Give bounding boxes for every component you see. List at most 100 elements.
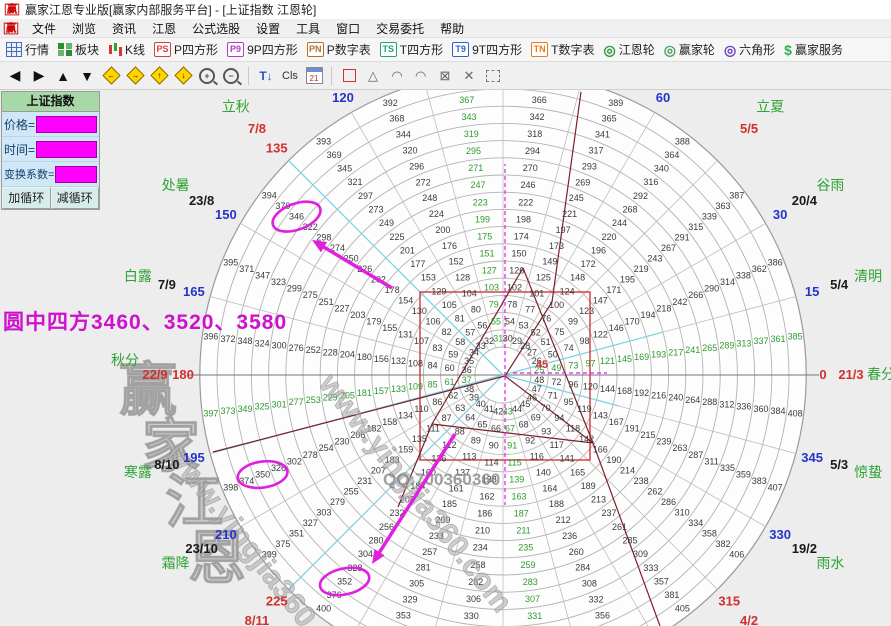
svg-text:375: 375 (275, 539, 290, 549)
gann-wheel-chart-area[interactable]: 2526272829303132333435363738394041424344… (0, 90, 891, 626)
svg-text:196: 196 (591, 245, 606, 255)
toolbar-button-t-table[interactable]: TNT数字表 (531, 41, 594, 58)
tool-cls-button[interactable]: Cls (281, 67, 299, 85)
toolbar-button-9t-square[interactable]: T99T四方形 (452, 41, 522, 58)
svg-text:108: 108 (408, 358, 423, 368)
svg-text:358: 358 (702, 528, 717, 538)
svg-text:193: 193 (651, 350, 666, 360)
tool-draw-box-x[interactable]: ⊠ (436, 67, 454, 85)
toolbar-button-quotes[interactable]: 行情 (6, 41, 49, 58)
svg-text:218: 218 (656, 303, 671, 313)
svg-text:143: 143 (593, 410, 608, 420)
factor-row: 变换系数= (2, 162, 99, 187)
svg-text:288: 288 (702, 397, 717, 407)
menu-item-2[interactable]: 资讯 (104, 22, 144, 36)
toolbar-button-sectors[interactable]: 板块 (58, 41, 99, 58)
svg-text:49: 49 (551, 363, 561, 373)
svg-text:105: 105 (442, 300, 457, 310)
svg-text:365: 365 (602, 114, 617, 124)
svg-text:189: 189 (581, 481, 596, 491)
angle-label-315: 315 (718, 593, 740, 608)
svg-text:67: 67 (505, 423, 515, 433)
svg-text:253: 253 (306, 395, 321, 405)
toolbar-button-p-table[interactable]: PNP数字表 (307, 41, 371, 58)
tool-pointer-up[interactable]: ▲ (54, 67, 72, 85)
price-label: 价格= (4, 116, 35, 133)
svg-text:163: 163 (511, 492, 526, 502)
tool-scroll-left[interactable]: ◀ (6, 67, 24, 85)
menu-item-7[interactable]: 窗口 (328, 22, 368, 36)
svg-text:269: 269 (575, 177, 590, 187)
tool-draw-cross[interactable]: ✕ (460, 67, 478, 85)
tool-move-right-diamond[interactable]: → (126, 67, 144, 85)
toolbar-button-9p-square[interactable]: P99P四方形 (227, 41, 298, 58)
svg-text:302: 302 (287, 456, 302, 466)
svg-text:316: 316 (643, 177, 658, 187)
svg-text:299: 299 (287, 284, 302, 294)
tool-time-axis[interactable]: T↓ (257, 67, 275, 85)
tool-zoom-in[interactable]: + (198, 67, 216, 85)
svg-text:387: 387 (729, 191, 744, 201)
toolbar-button-t-square[interactable]: TST四方形 (380, 41, 443, 58)
svg-text:82: 82 (442, 327, 452, 337)
svg-text:295: 295 (466, 146, 481, 156)
menu-item-4[interactable]: 公式选股 (184, 22, 248, 36)
svg-text:150: 150 (511, 248, 526, 258)
add-cycle-button[interactable]: 加循环 (2, 187, 51, 209)
time-input[interactable] (36, 141, 97, 158)
toolbar-button-hexagon[interactable]: ◎六角形 (724, 41, 775, 58)
menu-item-5[interactable]: 设置 (248, 22, 288, 36)
menu-item-1[interactable]: 浏览 (64, 22, 104, 36)
svg-text:116: 116 (530, 451, 544, 461)
menu-item-9[interactable]: 帮助 (432, 22, 472, 36)
menu-item-3[interactable]: 江恩 (144, 22, 184, 36)
tool-draw-dashed-box[interactable] (484, 67, 502, 85)
svg-text:149: 149 (542, 257, 557, 267)
angle-label-120: 120 (332, 90, 354, 105)
toolbar-button-p-square[interactable]: PSP四方形 (154, 41, 218, 58)
tool-move-up-diamond[interactable]: ↑ (150, 67, 168, 85)
sub-cycle-button[interactable]: 减循环 (51, 187, 100, 209)
tool-zoom-out[interactable]: − (222, 67, 240, 85)
svg-text:408: 408 (788, 408, 803, 418)
date-label-225: 8/11 (245, 613, 270, 626)
svg-text:235: 235 (518, 543, 533, 553)
svg-text:68: 68 (519, 420, 529, 430)
svg-text:111: 111 (426, 424, 440, 434)
menu-item-8[interactable]: 交易委托 (368, 22, 432, 36)
svg-text:153: 153 (421, 273, 436, 283)
price-input[interactable] (36, 116, 97, 133)
app-logo-icon: 赢 (5, 4, 19, 16)
tool-move-left-diamond[interactable]: ← (102, 67, 120, 85)
tool-draw-arc-right[interactable]: ◠ (412, 67, 430, 85)
tool-move-down-diamond[interactable]: ↓ (174, 67, 192, 85)
menu-item-6[interactable]: 工具 (288, 22, 328, 36)
svg-text:362: 362 (752, 264, 767, 274)
svg-text:392: 392 (383, 98, 398, 108)
tool-calendar-21[interactable]: 21 (305, 67, 323, 85)
svg-text:276: 276 (289, 343, 304, 353)
9t-square-label: 9T四方形 (472, 41, 522, 58)
toolbar-button-winner-wheel[interactable]: ◎赢家轮 (664, 41, 715, 58)
svg-text:357: 357 (654, 576, 669, 586)
svg-text:367: 367 (459, 95, 474, 105)
tool-pointer-down[interactable]: ▼ (78, 67, 96, 85)
tool-draw-arc-left[interactable]: ◠ (388, 67, 406, 85)
factor-label: 变换系数= (4, 166, 54, 182)
tool-draw-triangle[interactable]: △ (364, 67, 382, 85)
svg-text:314: 314 (720, 277, 735, 287)
toolbar-button-winner-service[interactable]: $赢家服务 (784, 41, 843, 58)
svg-text:284: 284 (575, 563, 590, 573)
toolbar-button-kline[interactable]: K线 (108, 41, 145, 58)
svg-text:383: 383 (752, 476, 767, 486)
svg-text:310: 310 (675, 507, 690, 517)
gann-wheel-canvas[interactable]: 2526272829303132333435363738394041424344… (0, 90, 891, 626)
svg-text:351: 351 (289, 528, 304, 538)
factor-input[interactable] (55, 166, 97, 183)
toolbar-button-gann-wheel[interactable]: ◎江恩轮 (603, 41, 654, 58)
svg-text:74: 74 (564, 343, 574, 353)
tool-draw-square[interactable] (340, 67, 358, 85)
svg-text:277: 277 (289, 397, 304, 407)
menu-item-0[interactable]: 文件 (24, 22, 64, 36)
tool-scroll-right[interactable]: ▶ (30, 67, 48, 85)
